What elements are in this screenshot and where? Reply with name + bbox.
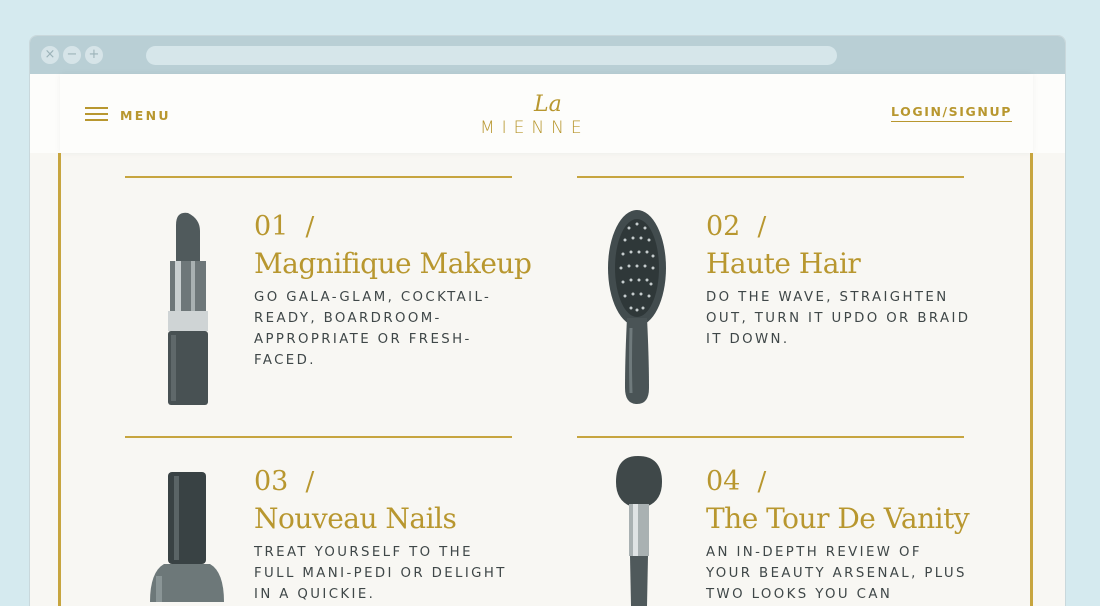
logo-script: La xyxy=(534,92,562,117)
makeup-brush-icon xyxy=(616,456,662,606)
hairbrush-icon xyxy=(608,210,666,404)
address-bar[interactable] xyxy=(146,46,837,65)
browser-window: × − + MENU La MIENNE LOGIN/SIGNUP 01 / M… xyxy=(30,36,1065,606)
category-description: TREAT YOURSELF TO THE FULL MANI-PEDI OR … xyxy=(254,545,507,602)
divider xyxy=(125,176,512,178)
menu-button[interactable]: MENU xyxy=(120,108,171,123)
category-number: 02 / xyxy=(706,211,767,242)
logo[interactable]: MIENNE xyxy=(480,118,589,138)
divider xyxy=(577,176,964,178)
category-title-nails[interactable]: Nouveau Nails xyxy=(254,502,457,535)
maximize-icon[interactable]: + xyxy=(85,46,103,64)
category-description: AN IN-DEPTH REVIEW OF YOUR BEAUTY ARSENA… xyxy=(706,545,967,602)
close-icon[interactable]: × xyxy=(41,46,59,64)
category-number: 04 / xyxy=(706,466,767,497)
divider xyxy=(125,436,512,438)
category-title-hair[interactable]: Haute Hair xyxy=(706,247,861,280)
category-description: DO THE WAVE, STRAIGHTEN OUT, TURN IT UPD… xyxy=(706,290,971,347)
login-signup-link[interactable]: LOGIN/SIGNUP xyxy=(891,104,1012,119)
lipstick-icon xyxy=(168,212,208,405)
minimize-icon[interactable]: − xyxy=(63,46,81,64)
divider xyxy=(577,436,964,438)
hamburger-icon[interactable] xyxy=(85,107,108,123)
category-description: GO GALA-GLAM, COCKTAIL-READY, BOARDROOM-… xyxy=(254,290,492,368)
category-title-vanity[interactable]: The Tour De Vanity xyxy=(706,502,970,535)
nail-polish-icon xyxy=(150,472,224,602)
category-title-makeup[interactable]: Magnifique Makeup xyxy=(254,247,532,280)
browser-chrome: × − + xyxy=(30,36,1065,74)
category-number: 03 / xyxy=(254,466,315,497)
category-number: 01 / xyxy=(254,211,315,242)
